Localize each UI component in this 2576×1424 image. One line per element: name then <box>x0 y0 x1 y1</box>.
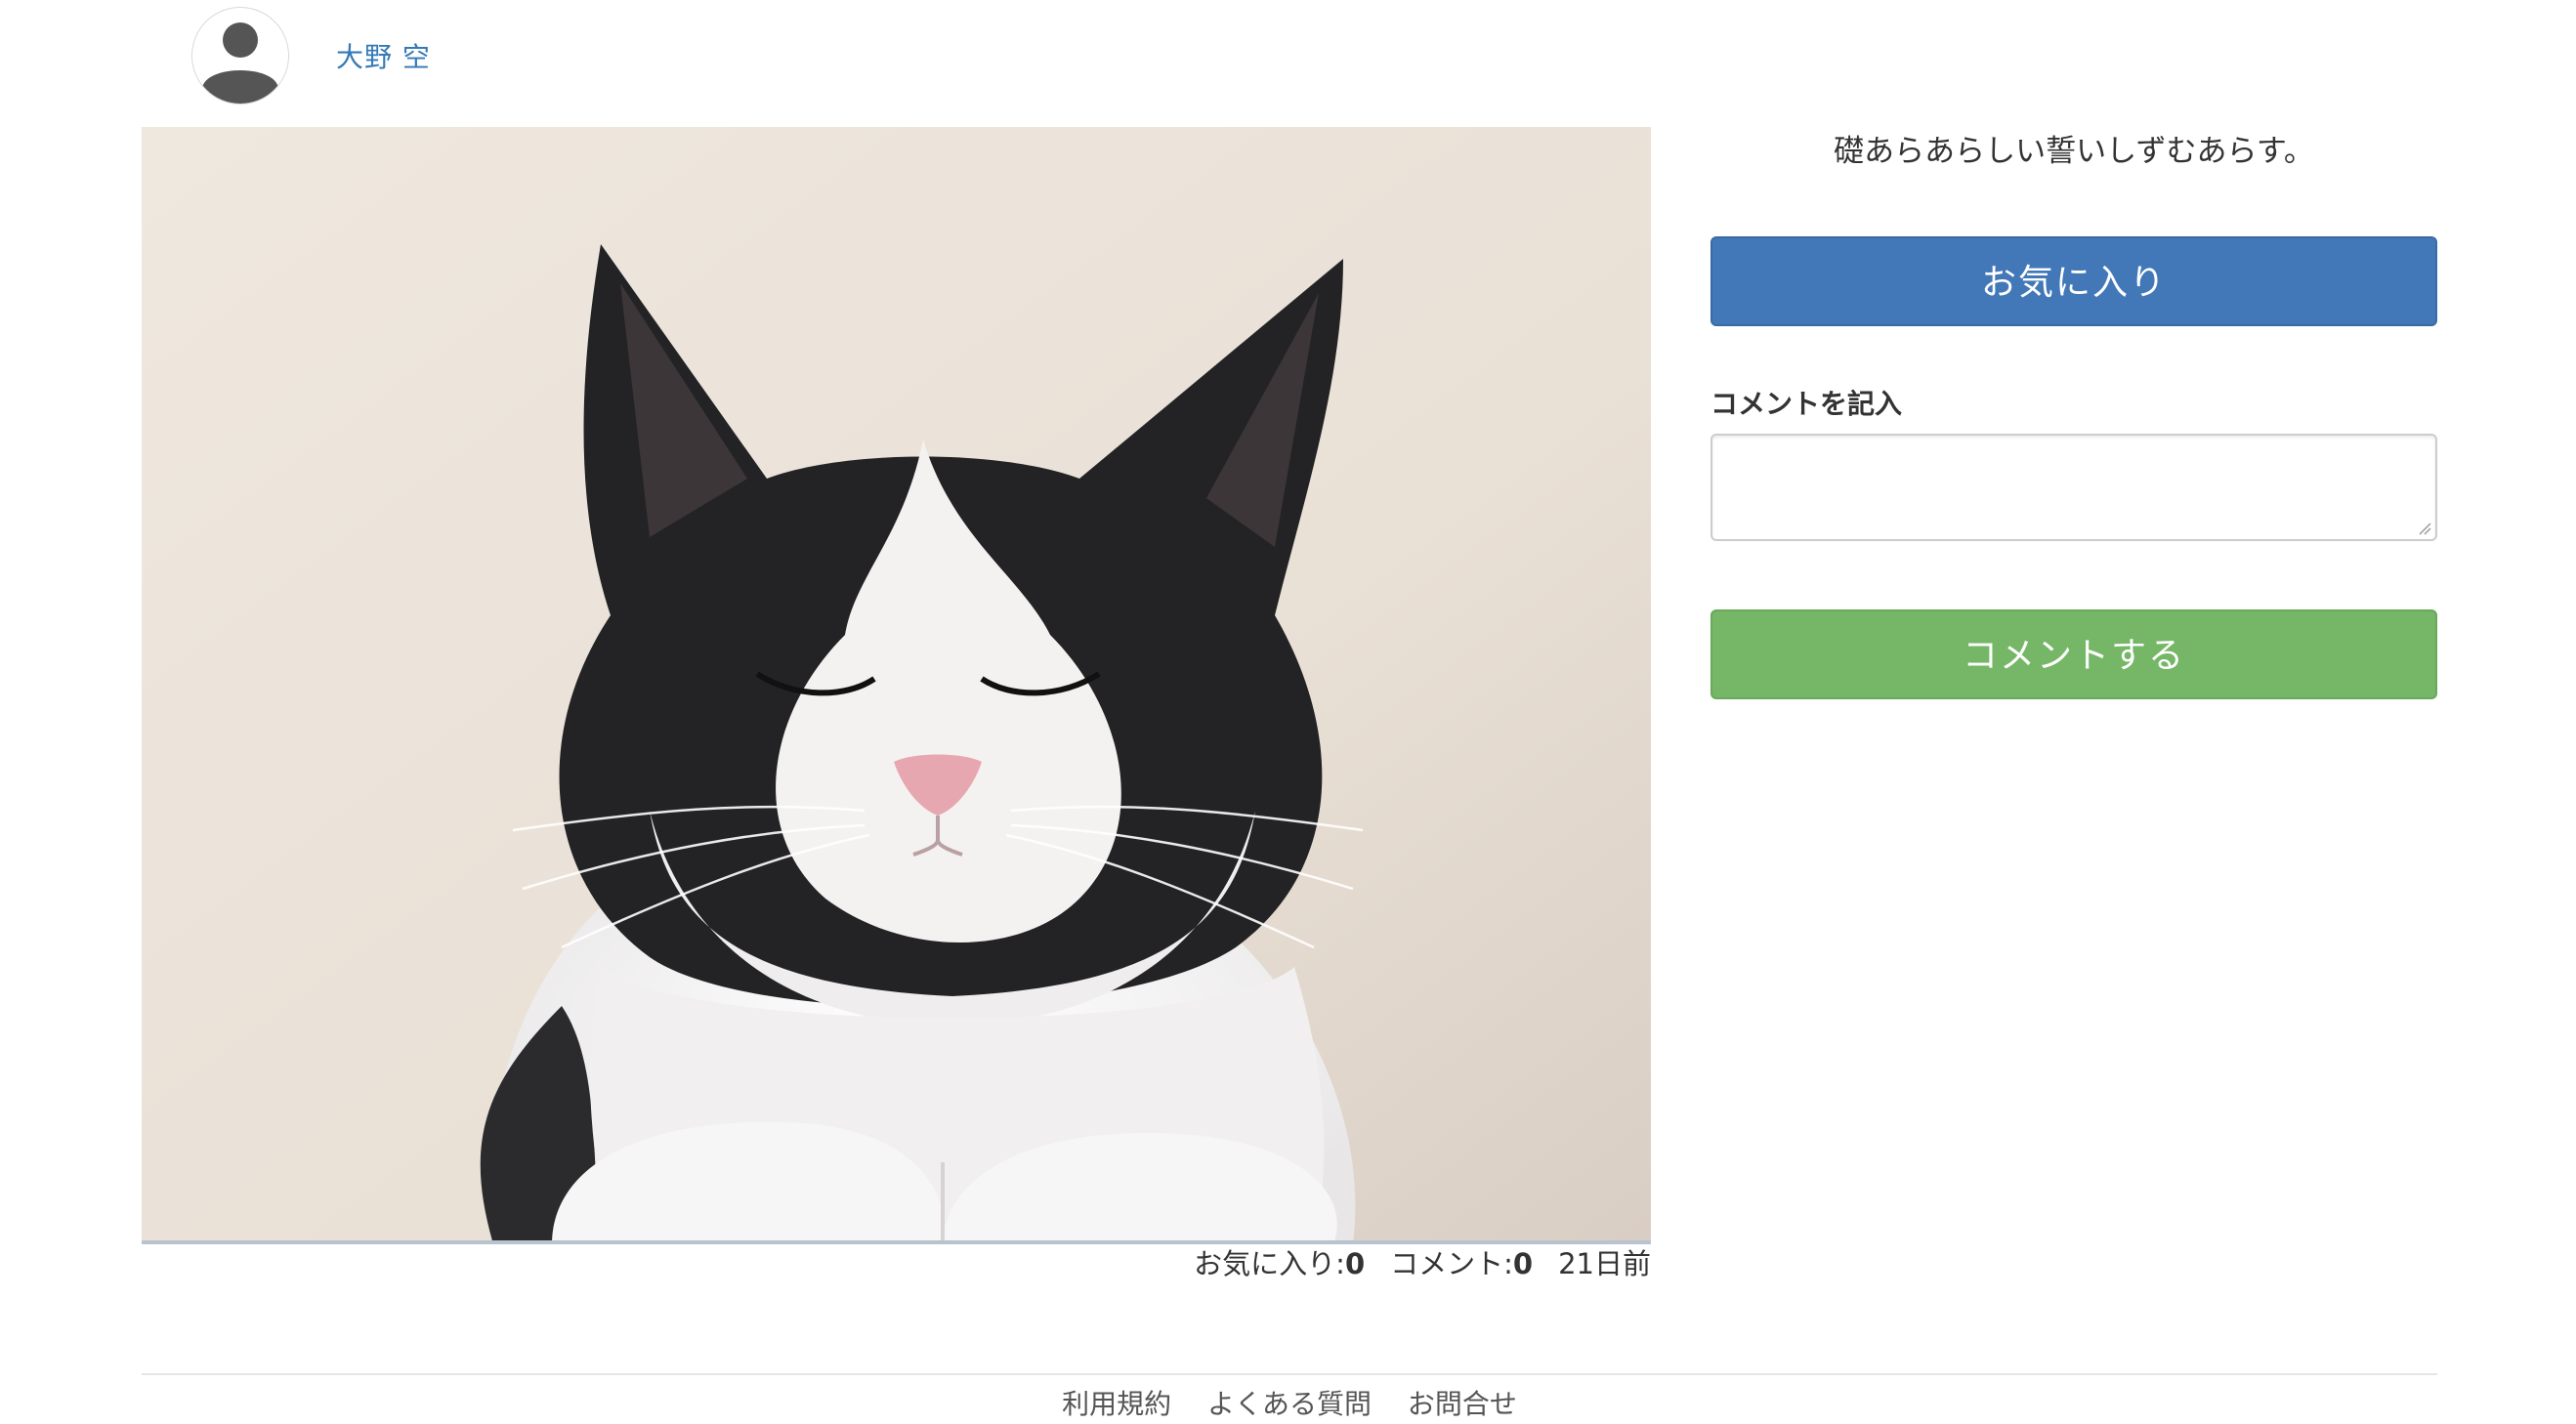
footer-link-faq[interactable]: よくある質問 <box>1207 1388 1372 1420</box>
comments-count: 0 <box>1512 1247 1534 1280</box>
comments-label: コメント: <box>1390 1247 1513 1280</box>
comment-submit-button[interactable]: コメントする <box>1710 609 2437 699</box>
footer-divider <box>142 1373 2437 1375</box>
post-detail-page: 大野 空 お気に入り:0 コメント:0 21日前 礎あらあらしい誓いしずむあらす… <box>0 0 2576 1424</box>
post-author: 大野 空 <box>191 7 431 105</box>
comment-textarea[interactable] <box>1710 434 2437 541</box>
favorites-label: お気に入り: <box>1194 1247 1345 1280</box>
post-caption: 礎あらあらしい誓いしずむあらす。 <box>1834 134 2314 169</box>
favorite-button[interactable]: お気に入り <box>1710 236 2437 326</box>
footer: 利用規約 よくある質問 お問合せ <box>142 1385 2437 1424</box>
avatar[interactable] <box>191 7 289 105</box>
post-stats: お気に入り:0 コメント:0 21日前 <box>142 1243 1651 1284</box>
favorites-count: 0 <box>1344 1247 1366 1280</box>
post-photo <box>142 127 1651 1244</box>
user-silhouette-icon <box>192 8 288 104</box>
cat-photo <box>142 127 1651 1244</box>
footer-link-terms[interactable]: 利用規約 <box>1062 1388 1171 1420</box>
resize-handle-icon[interactable] <box>2418 522 2431 535</box>
comment-field-label: コメントを記入 <box>1710 388 1903 420</box>
author-name-link[interactable]: 大野 空 <box>336 36 431 75</box>
posted-time: 21日前 <box>1558 1247 1651 1280</box>
footer-link-contact[interactable]: お問合せ <box>1408 1388 1517 1420</box>
